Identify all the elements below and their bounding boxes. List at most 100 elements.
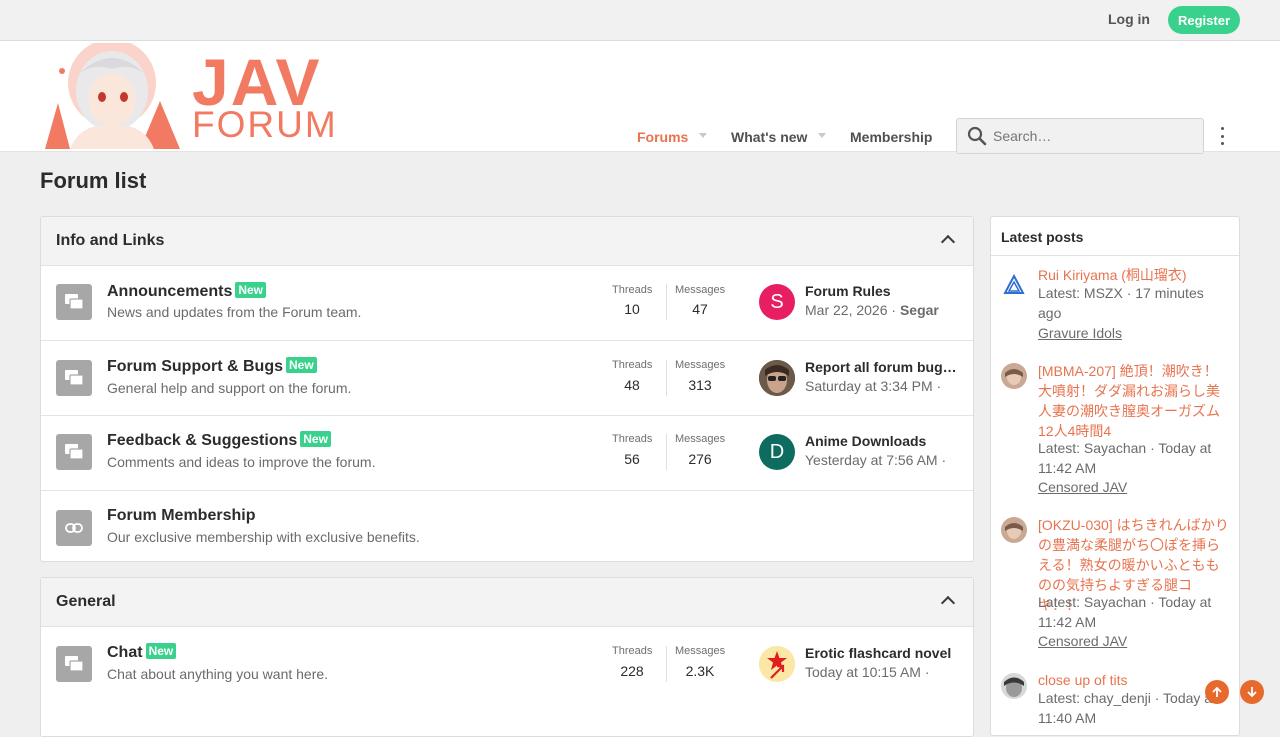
latest-post-forum[interactable]: Censored JAV — [1038, 633, 1127, 649]
forum-title-text[interactable]: Feedback & Suggestions — [107, 432, 297, 449]
nav-tab-membership[interactable]: Membership — [850, 129, 932, 145]
messages-label: Messages — [675, 284, 726, 296]
forum-title[interactable]: Forum Membership — [107, 507, 255, 525]
latest-post-title[interactable]: [MBMA-207] 絶頂！潮吹き！大噴射！ダダ漏れお漏らし美人妻の潮吹き膣奥オ… — [1038, 361, 1230, 441]
more-options-icon[interactable] — [1216, 127, 1228, 145]
forum-title-text[interactable]: Announcements — [107, 283, 232, 300]
forum-row-chat: Chat New Chat about anything you want her… — [41, 627, 973, 701]
forum-title[interactable]: Forum Support & Bugs New — [107, 357, 317, 376]
chevron-down-icon[interactable] — [818, 133, 826, 138]
forum-row-feedback: Feedback & Suggestions New Comments and i… — [41, 416, 973, 491]
avatar[interactable] — [759, 646, 795, 682]
search-box[interactable] — [956, 118, 1204, 154]
last-post-date[interactable]: Today at 10:15 AM — [805, 664, 921, 680]
arrow-down-icon — [1247, 687, 1257, 698]
avatar[interactable] — [759, 360, 795, 396]
arrow-up-icon — [1212, 686, 1222, 697]
logo-mascot-image — [40, 43, 185, 149]
login-link[interactable]: Log in — [1108, 11, 1150, 27]
forum-row-membership: Forum Membership Our exclusive membershi… — [41, 491, 973, 564]
forum-icon — [56, 284, 92, 320]
last-post-date[interactable]: Yesterday at 7:56 AM — [805, 452, 938, 468]
last-post-date[interactable]: Saturday at 3:34 PM — [805, 378, 933, 394]
avatar[interactable]: S — [759, 284, 795, 320]
last-post-user[interactable]: Segar — [900, 302, 939, 318]
new-badge: New — [285, 357, 317, 373]
latest-posts-widget: Latest posts Rui Kiriyama (桐山瑠衣) Latest:… — [990, 216, 1240, 736]
collapse-icon[interactable] — [940, 234, 956, 250]
forum-title[interactable]: Announcements New — [107, 282, 267, 301]
category-title[interactable]: Info and Links — [56, 232, 164, 250]
page-title: Forum list — [40, 168, 147, 193]
register-button[interactable]: Register — [1168, 6, 1240, 34]
latest-post-title[interactable]: Rui Kiriyama (桐山瑠衣) — [1038, 265, 1230, 285]
stat-divider — [666, 360, 667, 396]
latest-post-meta: Latest: MSZX · 17 minutes ago — [1038, 285, 1204, 321]
last-post-title[interactable]: Report all forum bugs here — [805, 359, 959, 375]
category-header: Info and Links — [41, 217, 973, 266]
forum-title-text[interactable]: Forum Membership — [107, 507, 255, 524]
forum-row-announcements: Announcements New News and updates from t… — [41, 266, 973, 341]
forum-description: Comments and ideas to improve the forum. — [107, 454, 376, 470]
forum-row-support-bugs: Forum Support & Bugs New General help and… — [41, 341, 973, 416]
category-header: General — [41, 578, 973, 627]
new-badge: New — [145, 643, 177, 659]
avatar[interactable] — [1001, 673, 1027, 699]
latest-post-forum[interactable]: Censored JAV — [1038, 479, 1127, 495]
messages-label: Messages — [675, 359, 726, 371]
threads-label: Threads — [612, 359, 653, 371]
user-avatar-graphic — [759, 646, 795, 682]
avatar[interactable] — [1001, 273, 1027, 299]
avatar[interactable]: D — [759, 434, 795, 470]
forum-title[interactable]: Chat New — [107, 643, 177, 662]
last-post-meta: Today at 10:15 AM · — [805, 664, 930, 680]
collapse-icon[interactable] — [940, 595, 956, 611]
latest-post-meta: Latest: chay_denji · Today at 11:40 AM — [1038, 690, 1216, 726]
messages-count: 2.3K — [685, 663, 715, 679]
forum-title-text[interactable]: Forum Support & Bugs — [107, 358, 283, 375]
chevron-down-icon[interactable] — [699, 133, 707, 138]
avatar[interactable] — [1001, 517, 1027, 543]
forum-icon — [56, 646, 92, 682]
forum-description: Our exclusive membership with exclusive … — [107, 529, 420, 545]
messages-label: Messages — [675, 433, 726, 445]
site-logo[interactable]: JAV FORUM — [40, 43, 350, 149]
last-post-meta: Yesterday at 7:56 AM · — [805, 452, 947, 468]
scroll-bottom-button[interactable] — [1240, 680, 1264, 704]
widget-title[interactable]: Latest posts — [1001, 229, 1083, 245]
user-photo — [1001, 673, 1027, 699]
new-badge: New — [300, 431, 331, 447]
latest-post-meta: Latest: Sayachan · Today at 11:42 AM — [1038, 440, 1212, 476]
latest-post-title[interactable]: close up of tits — [1038, 670, 1230, 690]
stat-divider — [666, 434, 667, 470]
user-photo — [1001, 517, 1027, 543]
link-icon — [56, 510, 92, 546]
nav-tab-forums[interactable]: Forums — [637, 129, 688, 145]
user-photo — [1001, 363, 1027, 389]
search-input[interactable] — [993, 119, 1193, 153]
latest-post-forum[interactable]: Gravure Idols — [1038, 325, 1122, 341]
forum-icon — [56, 360, 92, 396]
category-info-and-links: Info and Links Announcements New News and… — [40, 216, 974, 562]
last-post-title[interactable]: Forum Rules — [805, 283, 959, 299]
category-general: General Chat New Chat about anything you … — [40, 577, 974, 737]
forum-title[interactable]: Feedback & Suggestions New — [107, 431, 331, 450]
top-bar: Log in Register — [0, 0, 1280, 41]
last-post-date[interactable]: Mar 22, 2026 — [805, 302, 888, 318]
threads-label: Threads — [612, 284, 653, 296]
messages-count: 47 — [692, 301, 708, 317]
avatar[interactable] — [1001, 363, 1027, 389]
forum-description: Chat about anything you want here. — [107, 666, 329, 682]
last-post-title[interactable]: Erotic flashcard novel — [805, 645, 959, 661]
scroll-top-button[interactable] — [1205, 680, 1229, 704]
threads-count: 228 — [620, 663, 644, 679]
forum-title-text[interactable]: Chat — [107, 644, 143, 661]
site-header: JAV FORUM Forums What's new Membership — [0, 41, 1280, 154]
last-post-title[interactable]: Anime Downloads — [805, 433, 959, 449]
nav-tab-whats-new[interactable]: What's new — [731, 129, 807, 145]
new-badge: New — [235, 282, 267, 298]
messages-label: Messages — [675, 645, 726, 657]
forum-description: News and updates from the Forum team. — [107, 304, 362, 320]
messages-count: 276 — [688, 451, 712, 467]
category-title[interactable]: General — [56, 593, 116, 611]
